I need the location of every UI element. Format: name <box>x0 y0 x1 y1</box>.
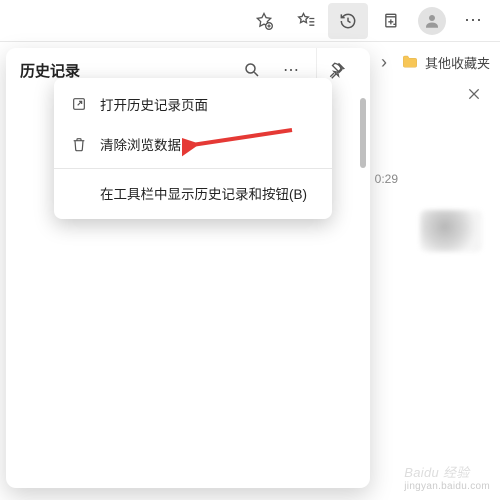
close-button[interactable] <box>466 86 482 102</box>
search-icon <box>243 61 261 79</box>
add-favorite-button[interactable] <box>244 3 284 39</box>
folder-label: 其他收藏夹 <box>425 53 490 72</box>
background-thumbnail <box>420 210 482 252</box>
profile-button[interactable] <box>412 3 452 39</box>
history-context-menu: 打开历史记录页面 清除浏览数据 在工具栏中显示历史记录和按钮(B) <box>54 78 332 219</box>
folder-icon <box>401 53 419 71</box>
history-button[interactable] <box>328 3 368 39</box>
scrollbar[interactable] <box>360 98 366 398</box>
menu-separator <box>54 168 332 169</box>
scrollbar-thumb[interactable] <box>360 98 366 168</box>
menu-show-in-toolbar[interactable]: 在工具栏中显示历史记录和按钮(B) <box>54 173 332 213</box>
close-icon <box>466 86 482 102</box>
collections-button[interactable] <box>370 3 410 39</box>
watermark: Baidu 经验 jingyan.baidu.com <box>404 462 490 492</box>
ellipsis-icon: ⋯ <box>464 10 484 31</box>
favorites-button[interactable] <box>286 3 326 39</box>
open-external-icon <box>70 96 88 112</box>
more-button[interactable]: ⋯ <box>454 3 494 39</box>
menu-item-label: 打开历史记录页面 <box>100 94 208 114</box>
pin-icon <box>328 61 346 79</box>
other-favorites-folder[interactable]: 其他收藏夹 <box>401 53 490 72</box>
time-label: 0:29 <box>375 172 398 186</box>
watermark-brand: Baidu 经验 <box>404 462 490 481</box>
menu-item-label: 在工具栏中显示历史记录和按钮(B) <box>100 183 307 203</box>
history-icon <box>338 11 358 31</box>
trash-icon <box>70 136 88 152</box>
menu-open-history-page[interactable]: 打开历史记录页面 <box>54 84 332 124</box>
browser-toolbar: ⋯ <box>0 0 500 42</box>
star-plus-icon <box>254 11 274 31</box>
ellipsis-icon: ⋯ <box>283 60 301 80</box>
menu-clear-browsing-data[interactable]: 清除浏览数据 <box>54 124 332 164</box>
menu-item-label: 清除浏览数据 <box>100 134 181 154</box>
avatar-icon <box>418 7 446 35</box>
chevron-right-icon[interactable]: › <box>381 52 387 73</box>
collections-icon <box>380 11 400 31</box>
star-list-icon <box>296 11 316 31</box>
watermark-url: jingyan.baidu.com <box>404 481 490 492</box>
